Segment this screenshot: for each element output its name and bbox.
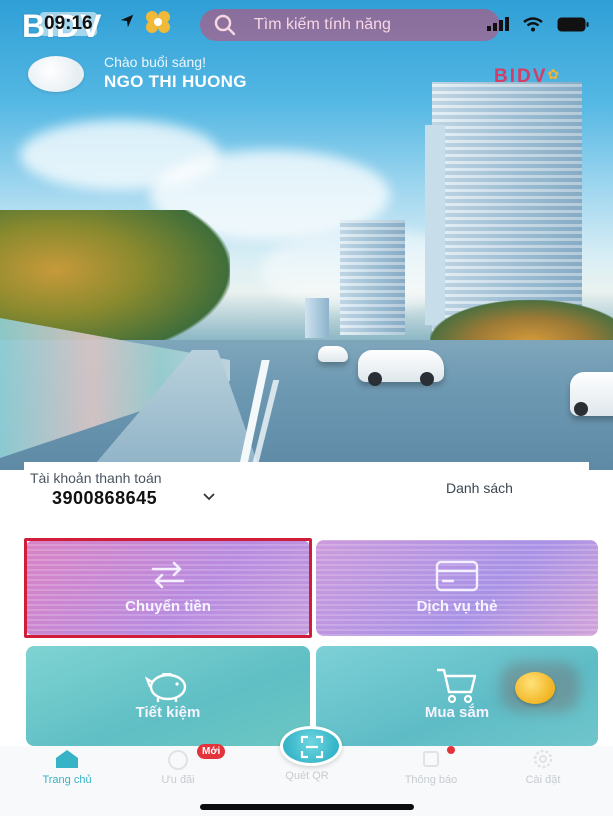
transfer-label: Chuyển tiền (125, 598, 211, 615)
bell-icon (423, 751, 439, 767)
savings-tile[interactable]: Tiết kiệm (26, 646, 310, 746)
card-services-label: Dịch vụ thẻ (416, 598, 498, 615)
user-name: NGO THI HUONG (104, 72, 247, 91)
gift-icon (168, 750, 188, 770)
home-indicator[interactable] (200, 804, 414, 810)
nav-notifications-label: Thông báo (404, 774, 458, 786)
status-bar: BIDV 09:16 Tìm kiếm tính năng (0, 0, 613, 46)
car (570, 372, 613, 416)
nav-settings-label: Cài đặt (525, 774, 561, 786)
signal-icon (487, 17, 509, 31)
car (318, 346, 348, 362)
floating-promo-coin-icon[interactable] (515, 672, 555, 704)
credit-card-icon (435, 560, 479, 592)
nav-offers-label: Ưu đãi (161, 774, 195, 786)
search-icon (214, 14, 236, 36)
notification-dot (447, 746, 455, 754)
piggy-bank-icon (144, 673, 187, 702)
nav-qr[interactable]: Quét QR (262, 766, 352, 782)
office-tower (305, 298, 329, 338)
bidv-logo-text: BIDV (494, 66, 548, 87)
office-tower (432, 82, 582, 332)
nav-qr-label: Quét QR (285, 770, 329, 782)
home-icon (56, 750, 78, 768)
qr-scan-icon (300, 735, 324, 759)
qr-scan-button[interactable] (280, 726, 342, 766)
feature-search-bar[interactable]: Tìm kiếm tính năng (200, 9, 500, 41)
new-badge: Mới (197, 744, 226, 759)
gear-icon (533, 749, 553, 769)
office-tower-side (425, 125, 445, 325)
nav-settings[interactable]: Cài đặt (498, 748, 588, 786)
battery-icon (557, 17, 589, 31)
chevron-down-icon[interactable] (202, 492, 216, 502)
greeting-text: Chào buổi sáng! (104, 54, 206, 70)
bidv-flower-icon (146, 11, 170, 33)
search-placeholder: Tìm kiếm tính năng (254, 16, 391, 33)
status-time: 09:16 (40, 12, 97, 36)
bidv-building-logo: BIDV✿ (494, 66, 561, 88)
card-services-tile[interactable]: Dịch vụ thẻ (316, 540, 598, 636)
nav-notifications[interactable]: Thông báo (386, 748, 476, 786)
shopping-cart-icon (437, 668, 477, 704)
wifi-icon (523, 16, 543, 31)
account-list-link[interactable]: Danh sách (446, 480, 513, 496)
account-number[interactable]: 3900868645 (52, 488, 157, 509)
bidv-star-icon: ✿ (547, 66, 562, 82)
avatar[interactable] (28, 56, 84, 92)
nav-home[interactable]: Trang chủ (22, 748, 112, 786)
savings-label: Tiết kiệm (135, 704, 201, 721)
location-arrow-icon (120, 14, 134, 28)
nav-home-label: Trang chủ (42, 774, 92, 786)
car (358, 350, 444, 386)
transfer-arrows-icon (151, 561, 185, 589)
account-type-label: Tài khoản thanh toán (30, 470, 162, 486)
office-tower (340, 220, 405, 335)
transfer-tile[interactable]: Chuyển tiền (26, 540, 310, 636)
